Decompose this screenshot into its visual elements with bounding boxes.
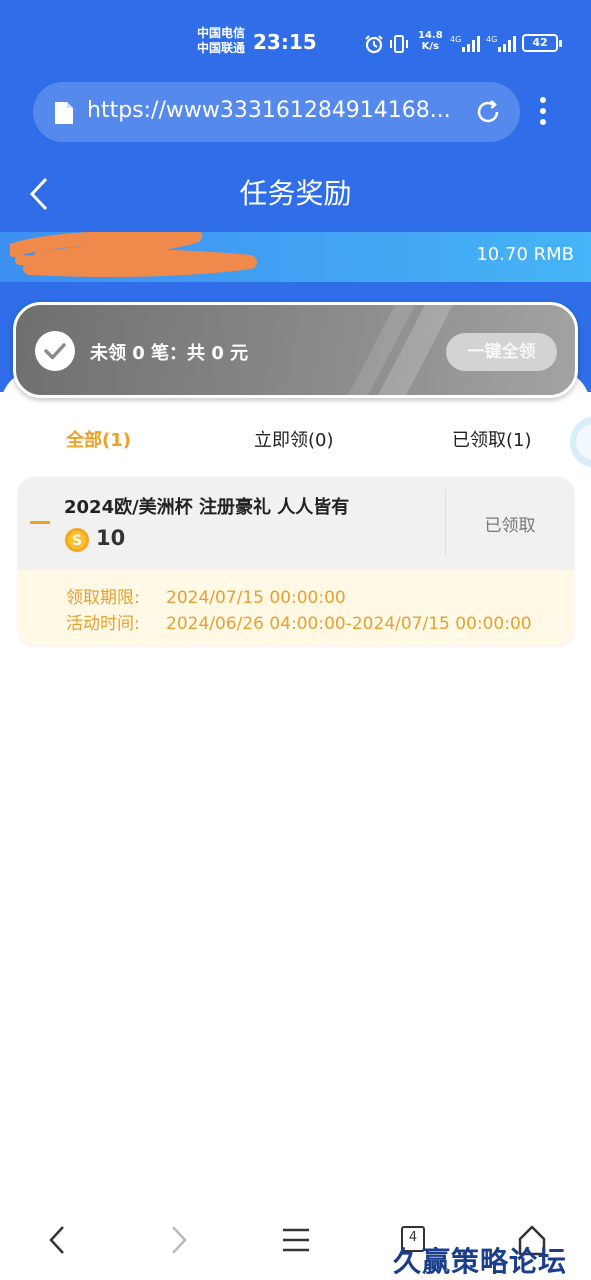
task-status: 已领取 [484,516,536,536]
status-time: 23:15 [253,30,317,54]
forward-icon[interactable] [168,1222,190,1258]
vibrate-icon [390,35,408,53]
refresh-icon[interactable] [474,98,502,126]
signal-4g-icon: 4G [450,35,480,52]
side-drawer-handle-inner [576,424,591,460]
status-bar: 中国电信 中国联通 23:15 14.8 K/s 4G 4G 42 [0,22,591,66]
net-speed-value: 14.8 [418,30,443,41]
address-bar[interactable]: https://www333161284914168... [33,82,520,142]
card-decoration [348,305,453,395]
period-value: 2024/06/26 04:00:00-2024/07/15 00:00:00 [166,614,532,634]
check-circle-icon [35,331,75,371]
url-text[interactable]: https://www333161284914168... [87,98,467,123]
more-vertical-icon[interactable] [538,96,548,126]
svg-text:4G: 4G [450,35,461,44]
balance-value: 10.70 RMB [476,244,574,265]
period-row: 活动时间: 2024/06/26 04:00:00-2024/07/15 00:0… [66,609,532,634]
tab-all[interactable]: 全部(1) [66,426,131,452]
carrier-1: 中国电信 [197,26,246,40]
coin-icon: S [65,528,89,552]
period-label: 活动时间: [66,614,140,634]
carrier-2: 中国联通 [197,41,246,55]
svg-text:4G: 4G [486,35,497,44]
watermark: 久赢策略论坛 [393,1245,568,1278]
task-reward-page: 中国电信 中国联通 23:15 14.8 K/s 4G 4G 42 https:… [0,0,591,1280]
summary-card: 未领 0 笔：共 0 元 一键全领 [13,302,578,398]
balance-bar: 10.70 RMB [0,232,591,282]
battery-icon: 42 [522,34,562,52]
net-speed-unit: K/s [421,41,440,52]
task-reward-amount: 10 [96,526,126,550]
task-card: 2024欧/美洲杯 注册豪礼 人人皆有 S 10 已领取 领取期限: 2024/0… [18,477,574,645]
carrier-info: 中国电信 中国联通 [197,26,245,56]
alarm-icon [365,35,383,54]
claim-all-button[interactable]: 一键全领 [446,333,557,371]
back-icon[interactable] [46,1222,68,1258]
svg-text:S: S [72,533,82,549]
deadline-label: 领取期限: [66,588,140,608]
deadline-value: 2024/07/15 00:00:00 [166,588,346,608]
redacted-username [10,232,257,277]
signal-4g-icon: 4G [486,35,516,52]
net-speed: 14.8 K/s [418,30,443,52]
status-icons: 14.8 K/s 4G 4G 42 [360,30,565,58]
page-title: 任务奖励 [239,177,352,210]
task-title: 2024欧/美洲杯 注册豪礼 人人皆有 [64,497,350,518]
tab-claim-now[interactable]: 立即领(0) [254,426,334,452]
deadline-row: 领取期限: 2024/07/15 00:00:00 [66,583,346,608]
menu-icon[interactable] [281,1222,311,1258]
file-icon [55,102,73,124]
collapse-dash-icon[interactable] [30,521,50,524]
unclaimed-summary: 未领 0 笔：共 0 元 [90,343,249,364]
tab-claimed[interactable]: 已领取(1) [452,426,532,452]
